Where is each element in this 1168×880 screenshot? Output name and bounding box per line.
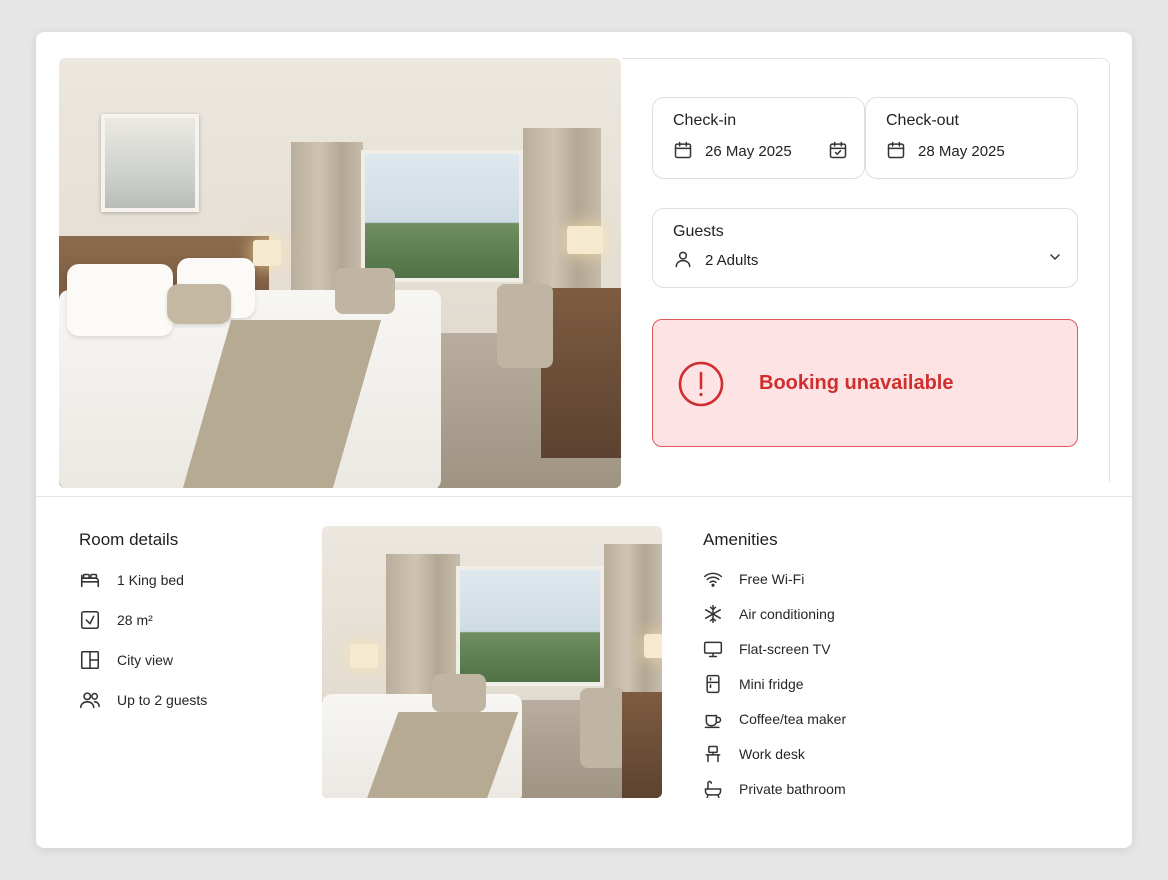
room-booking-card: Check-in 26 May 2025 Check-out 28 May 20…: [36, 32, 1132, 848]
checkout-value: 28 May 2025: [918, 143, 1005, 160]
calendar-icon: [887, 141, 905, 159]
amenities-title: Amenities: [703, 530, 778, 549]
coffee-cup-icon: [704, 714, 722, 729]
alert-circle-icon: [678, 361, 724, 407]
checkin-field[interactable]: Check-in 26 May 2025: [652, 97, 865, 179]
guests-value: 2 Adults: [705, 252, 759, 269]
fridge-icon: [706, 674, 720, 694]
desk-icon: [705, 745, 721, 763]
guests-select[interactable]: Guests 2 Adults: [652, 208, 1078, 288]
chevron-down-icon[interactable]: [1047, 249, 1063, 265]
bathtub-icon: [704, 780, 722, 799]
amenity-item: Work desk: [703, 744, 805, 764]
booking-unavailable-alert: Booking unavailable: [652, 319, 1078, 447]
checkin-label: Check-in: [673, 112, 737, 129]
wifi-icon: [703, 572, 723, 587]
room-detail-item: City view: [79, 649, 173, 671]
window-icon: [80, 650, 100, 670]
person-icon: [675, 251, 691, 268]
room-detail-item: Up to 2 guests: [79, 689, 207, 711]
calendar-icon: [674, 141, 692, 159]
amenity-item: Private bathroom: [703, 779, 846, 799]
room-size-icon: [80, 610, 100, 630]
guests-icon: [80, 692, 100, 709]
tv-icon: [703, 641, 723, 658]
amenity-item: Mini fridge: [703, 674, 804, 694]
checkin-value: 26 May 2025: [705, 143, 792, 160]
checkout-label: Check-out: [886, 112, 959, 129]
amenity-item: Coffee/tea maker: [703, 709, 846, 729]
room-detail-item: 1 King bed: [79, 569, 184, 591]
amenity-item: Free Wi-Fi: [703, 569, 804, 589]
room-detail-item: 28 m²: [79, 609, 153, 631]
guests-label: Guests: [673, 223, 724, 240]
alert-message: Booking unavailable: [759, 372, 954, 394]
section-divider: [36, 496, 1132, 497]
checkout-field[interactable]: Check-out 28 May 2025: [865, 97, 1078, 179]
room-details-title: Room details: [79, 530, 179, 549]
bed-icon: [80, 573, 100, 588]
amenity-item: Air conditioning: [703, 604, 835, 624]
room-thumbnail-photo: [322, 526, 662, 798]
room-hero-photo: [59, 58, 621, 488]
amenity-item: Flat-screen TV: [703, 639, 831, 659]
snowflake-icon: [704, 604, 722, 624]
calendar-check-icon[interactable]: [828, 140, 848, 160]
